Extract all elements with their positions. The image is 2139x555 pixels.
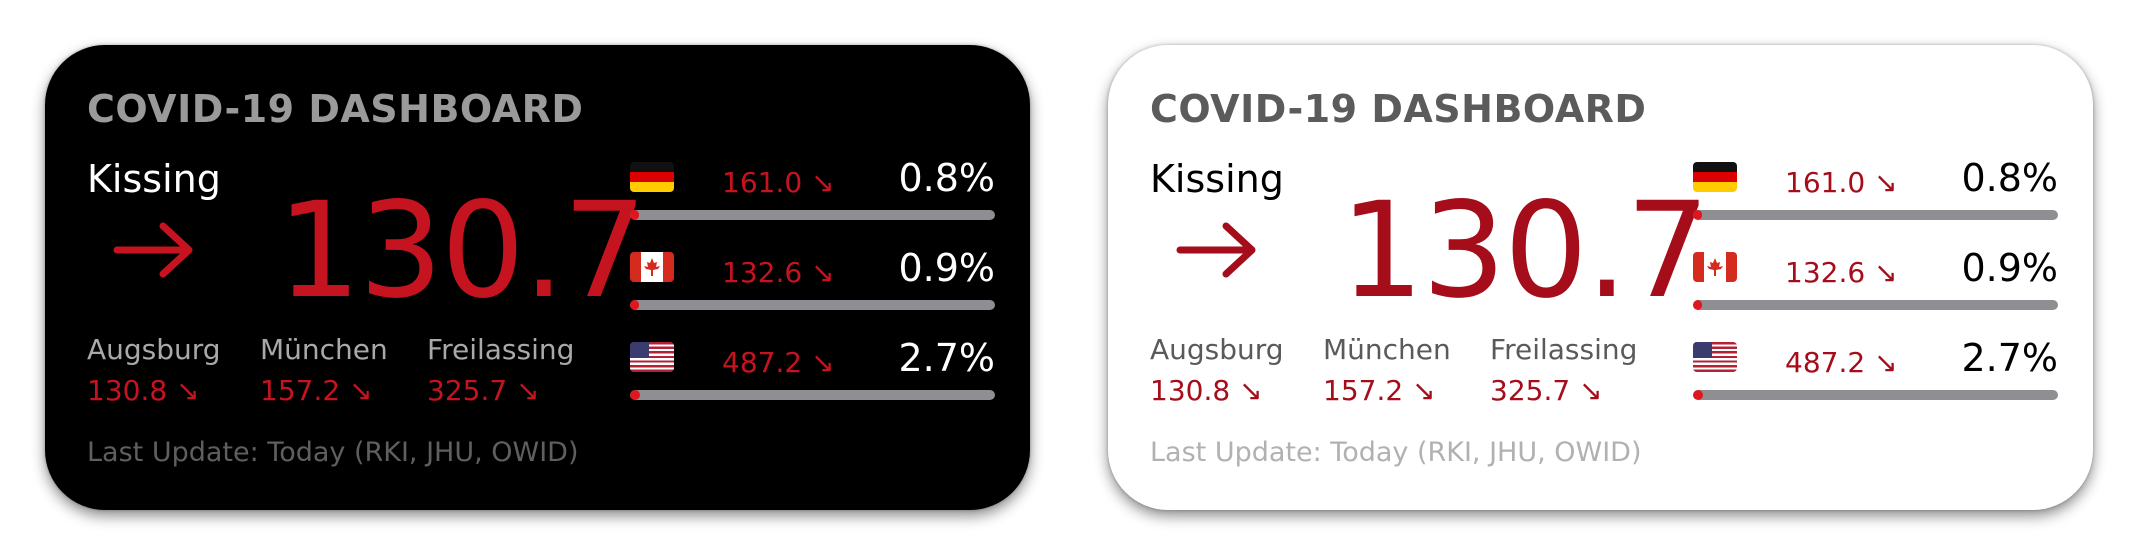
progress-bar bbox=[1693, 390, 2058, 400]
covid-widget-dark[interactable]: COVID-19 DASHBOARD Kissing 130.7 Augsbur… bbox=[45, 45, 1030, 510]
country-row-germany: 161.0 ↘ 0.8% bbox=[1693, 156, 2058, 240]
country-row-canada: 132.6 ↘ 0.9% bbox=[630, 246, 995, 330]
sub-region-value: 325.7 ↘ bbox=[427, 374, 540, 407]
progress-bar-fill bbox=[630, 390, 640, 400]
country-percent: 0.9% bbox=[1961, 246, 2058, 290]
country-incidence: 487.2 ↘ bbox=[722, 346, 835, 379]
sub-region-value: 157.2 ↘ bbox=[260, 374, 373, 407]
country-row-canada: 132.6 ↘ 0.9% bbox=[1693, 246, 2058, 330]
widget-title: COVID-19 DASHBOARD bbox=[87, 87, 584, 131]
progress-bar-fill bbox=[630, 210, 640, 220]
incidence-value: 130.7 bbox=[277, 174, 647, 328]
last-update-text: Last Update: Today (RKI, JHU, OWID) bbox=[1150, 437, 1642, 468]
widget-title: COVID-19 DASHBOARD bbox=[1150, 87, 1647, 131]
progress-bar bbox=[1693, 210, 2058, 220]
country-row-usa: 487.2 ↘ 2.7% bbox=[1693, 336, 2058, 420]
country-incidence: 132.6 ↘ bbox=[1785, 256, 1898, 289]
sub-region-name: Augsburg bbox=[87, 333, 221, 366]
canada-flag-icon bbox=[1693, 252, 1737, 282]
sub-region-name: München bbox=[260, 333, 388, 366]
progress-bar bbox=[1693, 300, 2058, 310]
sub-region-muenchen: München 157.2 ↘ bbox=[1323, 333, 1451, 407]
country-incidence: 487.2 ↘ bbox=[1785, 346, 1898, 379]
country-percent: 0.8% bbox=[1961, 156, 2058, 200]
country-percent: 2.7% bbox=[898, 336, 995, 380]
progress-bar bbox=[630, 390, 995, 400]
country-row-usa: 487.2 ↘ 2.7% bbox=[630, 336, 995, 420]
country-incidence: 161.0 ↘ bbox=[1785, 166, 1898, 199]
usa-flag-icon bbox=[630, 342, 674, 372]
sub-region-augsburg: Augsburg 130.8 ↘ bbox=[87, 333, 221, 407]
germany-flag-icon bbox=[630, 162, 674, 192]
progress-bar bbox=[630, 210, 995, 220]
progress-bar-fill bbox=[1693, 300, 1703, 310]
last-update-text: Last Update: Today (RKI, JHU, OWID) bbox=[87, 437, 579, 468]
location-name: Kissing bbox=[1150, 157, 1284, 201]
sub-region-value: 130.8 ↘ bbox=[1150, 374, 1263, 407]
location-name: Kissing bbox=[87, 157, 221, 201]
sub-region-name: Freilassing bbox=[427, 333, 575, 366]
sub-region-freilassing: Freilassing 325.7 ↘ bbox=[427, 333, 574, 407]
country-percent: 0.8% bbox=[898, 156, 995, 200]
covid-widget-light[interactable]: COVID-19 DASHBOARD Kissing 130.7 Augsbur… bbox=[1108, 45, 2093, 510]
progress-bar-fill bbox=[630, 300, 640, 310]
country-incidence: 132.6 ↘ bbox=[722, 256, 835, 289]
sub-region-name: Augsburg bbox=[1150, 333, 1284, 366]
country-incidence: 161.0 ↘ bbox=[722, 166, 835, 199]
canada-flag-icon bbox=[630, 252, 674, 282]
sub-region-value: 130.8 ↘ bbox=[87, 374, 200, 407]
arrow-right-icon bbox=[113, 222, 193, 278]
arrow-right-icon bbox=[1176, 222, 1256, 278]
germany-flag-icon bbox=[1693, 162, 1737, 192]
sub-region-value: 157.2 ↘ bbox=[1323, 374, 1436, 407]
sub-region-muenchen: München 157.2 ↘ bbox=[260, 333, 388, 407]
progress-bar bbox=[630, 300, 995, 310]
progress-bar-fill bbox=[1693, 210, 1703, 220]
sub-region-value: 325.7 ↘ bbox=[1490, 374, 1603, 407]
incidence-value: 130.7 bbox=[1340, 174, 1710, 328]
sub-region-augsburg: Augsburg 130.8 ↘ bbox=[1150, 333, 1284, 407]
sub-region-name: München bbox=[1323, 333, 1451, 366]
sub-region-name: Freilassing bbox=[1490, 333, 1638, 366]
country-percent: 2.7% bbox=[1961, 336, 2058, 380]
usa-flag-icon bbox=[1693, 342, 1737, 372]
progress-bar-fill bbox=[1693, 390, 1703, 400]
country-percent: 0.9% bbox=[898, 246, 995, 290]
country-row-germany: 161.0 ↘ 0.8% bbox=[630, 156, 995, 240]
sub-region-freilassing: Freilassing 325.7 ↘ bbox=[1490, 333, 1637, 407]
